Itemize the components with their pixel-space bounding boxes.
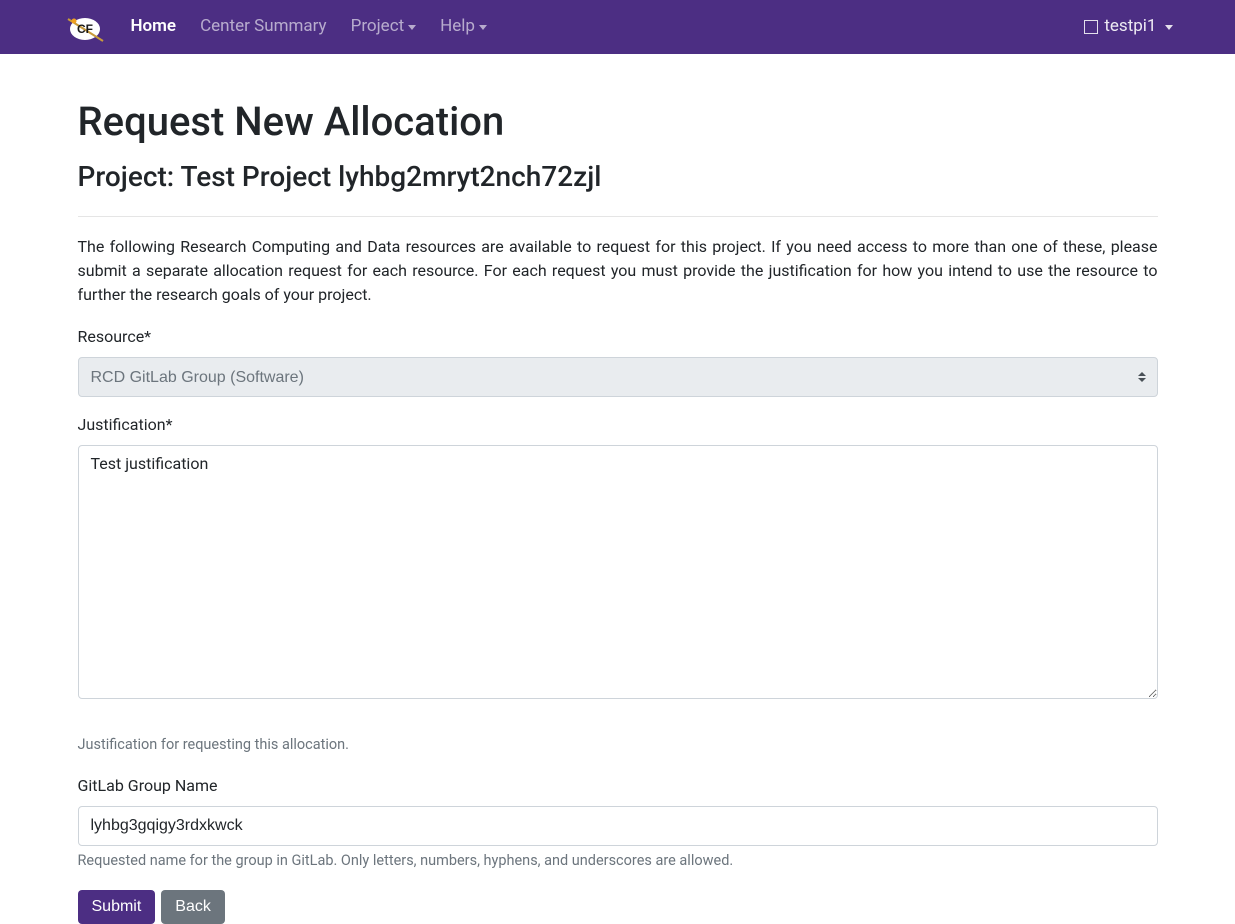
page-description: The following Research Computing and Dat…	[78, 235, 1158, 307]
nav-center-summary[interactable]: Center Summary	[192, 6, 335, 48]
back-button[interactable]: Back	[161, 890, 225, 924]
justification-label: Justification*	[78, 413, 1158, 437]
chevron-down-icon	[408, 25, 416, 30]
page-title: Request New Allocation	[78, 92, 1158, 152]
chevron-down-icon	[1165, 25, 1173, 30]
justification-textarea[interactable]: Test justification	[78, 445, 1158, 699]
user-menu[interactable]: testpi1	[1084, 14, 1172, 40]
nav-project[interactable]: Project	[343, 6, 425, 48]
brand-logo[interactable]: CF	[63, 9, 109, 45]
nav-help-label: Help	[440, 14, 475, 40]
nav-help[interactable]: Help	[432, 6, 495, 48]
gitlab-group-help-text: Requested name for the group in GitLab. …	[78, 850, 1158, 872]
user-name: testpi1	[1104, 14, 1156, 40]
top-navbar: CF Home Center Summary Project Help test…	[0, 0, 1235, 54]
nav-project-label: Project	[351, 14, 405, 40]
divider	[78, 216, 1158, 217]
resource-select[interactable]: RCD GitLab Group (Software)	[78, 357, 1158, 397]
gitlab-group-label: GitLab Group Name	[78, 774, 1158, 798]
project-prefix: Project:	[78, 160, 181, 193]
chevron-down-icon	[479, 25, 487, 30]
resource-label: Resource*	[78, 325, 1158, 349]
justification-help-text: Justification for requesting this alloca…	[78, 734, 1158, 756]
submit-button[interactable]: Submit	[78, 890, 156, 924]
project-name: Test Project lyhbg2mryt2nch72zjl	[180, 160, 601, 193]
gitlab-group-input[interactable]	[78, 806, 1158, 846]
user-icon	[1084, 20, 1098, 34]
svg-text:CF: CF	[77, 22, 93, 36]
nav-home[interactable]: Home	[123, 6, 185, 48]
project-subtitle: Project: Test Project lyhbg2mryt2nch72zj…	[78, 156, 1158, 198]
